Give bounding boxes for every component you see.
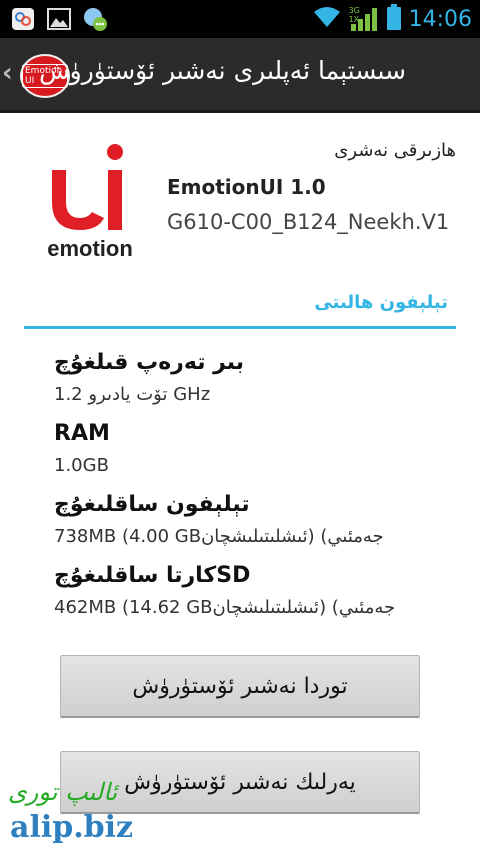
build-number: G610-C00_B124_Neekh.V1 xyxy=(167,210,450,234)
current-version-label: ھازىرقى نەشرى xyxy=(334,140,456,161)
watermark: ئالىپ تورى alip.biz xyxy=(8,778,133,845)
emotion-ui-brand-logo: emotion xyxy=(47,140,133,262)
processor-value: تۆت يادىرو 1.2 GHz xyxy=(54,384,211,405)
gallery-icon xyxy=(46,6,72,32)
action-bar: ‹ Emotion UI سىستېما ئەپلىرى نەشىر ئۆستۈ… xyxy=(0,38,480,113)
clock: 14:06 xyxy=(408,6,472,32)
page-title: سىستېما ئەپلىرى نەشىر ئۆستۈرۈش xyxy=(39,56,406,85)
ui-logo-mark-icon xyxy=(52,144,123,230)
notification-icons xyxy=(10,6,108,32)
section-divider xyxy=(24,326,456,329)
ram-value: 1.0GB xyxy=(54,455,109,476)
product-name: EmotionUI 1.0 xyxy=(167,175,326,199)
back-chevron-icon[interactable]: ‹ xyxy=(2,58,13,88)
online-update-button[interactable]: توردا نەشىر ئۆستۈرۈش xyxy=(60,655,420,718)
network-3g-label: 3G xyxy=(348,6,360,15)
watermark-url: alip.biz xyxy=(10,810,134,845)
brand-word: emotion xyxy=(47,236,133,261)
system-icons: 3G 1X 14:06 xyxy=(313,0,472,38)
processor-title: بىر تەرەپ قىلغۇچ xyxy=(54,350,245,375)
phone-storage-title: تېلېفون ساقلىغۇچ xyxy=(54,492,250,517)
phone-status-heading: تېلېفون ھالىتى xyxy=(314,292,448,313)
sd-card-storage-value: 462MB (14.62 GBئىشلىتىلىشچان) (جەمئىي xyxy=(54,597,396,618)
battery-icon xyxy=(386,4,401,34)
chat-app-icon xyxy=(82,6,108,32)
signal-icon: 3G 1X xyxy=(349,6,379,32)
phone-storage-value: 738MB (4.00 GBئىشلىتىلىشچان) (جەمئىي xyxy=(54,526,384,547)
sd-card-storage-title: كارتا ساقلىغۇچSD xyxy=(54,563,251,588)
wifi-icon xyxy=(313,6,341,32)
watermark-script: ئالىپ تورى xyxy=(8,778,118,806)
network-1x-label: 1X xyxy=(348,15,360,24)
status-bar: 3G 1X 14:06 xyxy=(0,0,480,38)
share-app-icon xyxy=(10,6,36,32)
ram-title: RAM xyxy=(54,421,110,446)
